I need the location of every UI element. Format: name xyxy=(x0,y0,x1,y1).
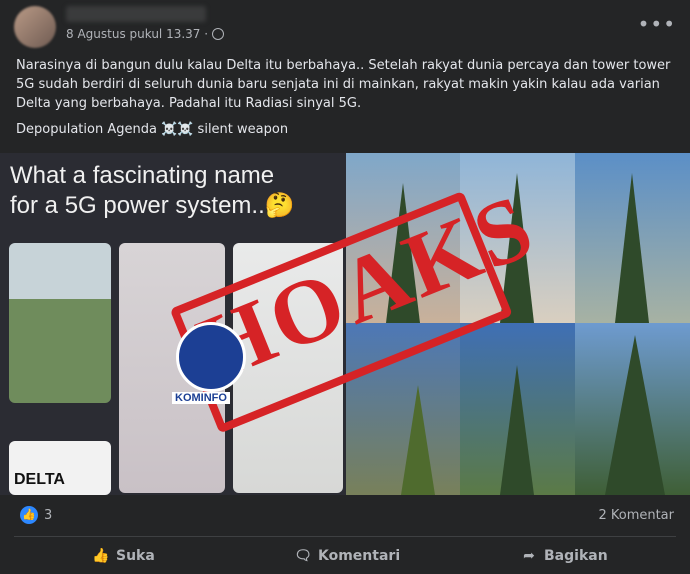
post-body: Narasinya di bangun dulu kalau Delta itu… xyxy=(16,56,676,146)
share-button[interactable]: ➦ Bagikan xyxy=(520,548,608,564)
actions-divider xyxy=(14,536,676,537)
post-paragraph-1: Narasinya di bangun dulu kalau Delta itu… xyxy=(16,58,671,111)
kominfo-logo: KOMINFO xyxy=(168,322,248,412)
author-avatar[interactable] xyxy=(14,6,56,48)
more-options-icon[interactable]: ••• xyxy=(638,12,676,36)
post-image[interactable]: What a fascinating name for a 5G power s… xyxy=(0,153,690,495)
share-button-label: Bagikan xyxy=(544,548,608,564)
comment-count[interactable]: 2 Komentar xyxy=(598,508,674,523)
collage-cell-3 xyxy=(575,153,690,323)
kominfo-label: KOMINFO xyxy=(172,392,230,404)
like-button-label: Suka xyxy=(116,548,155,564)
delta-logo: DELTA xyxy=(14,471,65,488)
reactions-bar: 👍 3 2 Komentar xyxy=(0,506,690,528)
comment-icon: 🗨 xyxy=(294,548,312,564)
share-icon: ➦ xyxy=(523,548,535,564)
collage-cell-6 xyxy=(575,323,690,495)
comment-button-label: Komentari xyxy=(318,548,401,564)
post-paragraph-2: Depopulation Agenda ☠️☠️ silent weapon xyxy=(16,122,289,137)
meme-caption-line-1: What a fascinating name xyxy=(10,162,275,189)
tower-photo-1 xyxy=(9,243,111,403)
like-count[interactable]: 3 xyxy=(44,508,52,523)
kominfo-emblem xyxy=(176,322,246,392)
like-button[interactable]: 👍 Suka xyxy=(92,548,155,564)
globe-icon xyxy=(212,28,225,40)
post-actions: 👍 Suka 🗨 Komentari ➦ Bagikan xyxy=(0,540,690,574)
post-header: 8 Agustus pukul 13.37 · ••• xyxy=(0,0,690,50)
like-reaction-icon[interactable]: 👍 xyxy=(20,506,38,524)
thumbs-up-icon: 👍 xyxy=(92,548,110,564)
timestamp-text[interactable]: 8 Agustus pukul 13.37 · xyxy=(66,27,208,41)
meme-caption: What a fascinating name for a 5G power s… xyxy=(10,161,295,221)
author-name-blurred[interactable] xyxy=(66,6,206,22)
post-timestamp[interactable]: 8 Agustus pukul 13.37 · xyxy=(66,27,225,41)
comment-button[interactable]: 🗨 Komentari xyxy=(294,548,400,564)
